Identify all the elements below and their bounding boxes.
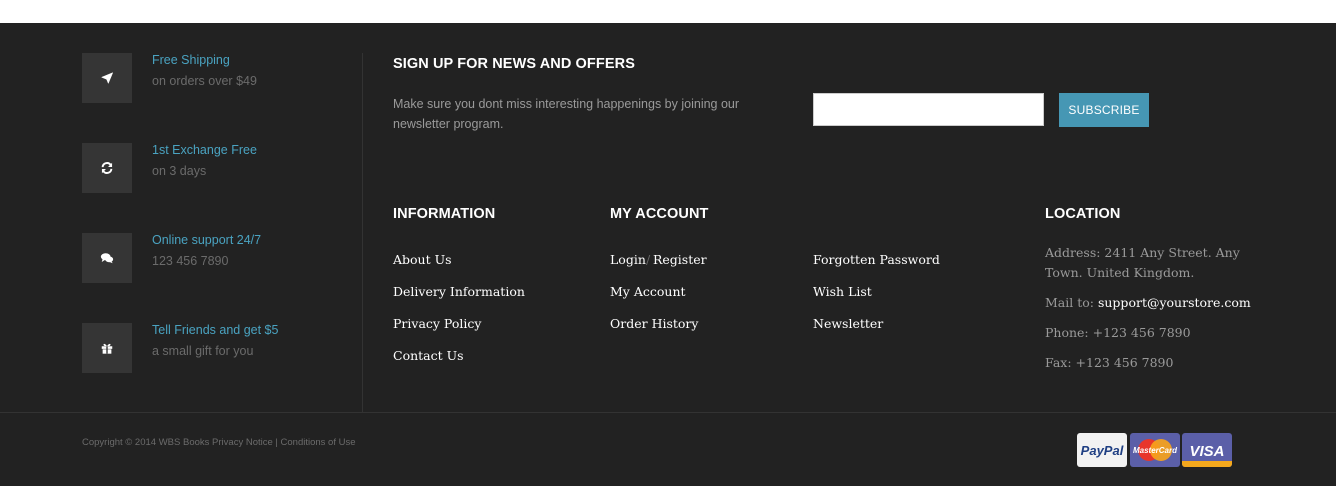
column-divider [362, 53, 363, 413]
link-wish-list[interactable]: Wish List [813, 284, 872, 299]
site-footer: Free Shipping on orders over $49 1st Exc… [0, 23, 1336, 486]
login-register-separator: / [646, 252, 651, 267]
comments-icon [82, 233, 132, 283]
feature-exchange: 1st Exchange Free on 3 days [82, 143, 342, 193]
feature-subtitle: a small gift for you [152, 344, 254, 358]
subscribe-button[interactable]: SUBSCRIBE [1059, 93, 1149, 127]
newsletter-email-input[interactable] [813, 93, 1044, 126]
address-line-2: Town. United Kingdom. [1045, 265, 1195, 280]
visa-icon: VISA [1182, 433, 1232, 467]
feature-title[interactable]: 1st Exchange Free [152, 143, 257, 157]
feature-free-shipping: Free Shipping on orders over $49 [82, 53, 342, 103]
fax: Fax: +123 456 7890 [1045, 355, 1174, 370]
feature-support: Online support 24/7 123 456 7890 [82, 233, 342, 283]
mail-row: Mail to: support@yourstore.com [1045, 293, 1251, 313]
footer-bottom-divider [0, 412, 1336, 413]
newsletter-text: Make sure you dont miss interesting happ… [393, 97, 740, 131]
feature-subtitle: on orders over $49 [152, 74, 257, 88]
location-heading: LOCATION [1045, 206, 1121, 222]
link-contact-us[interactable]: Contact Us [393, 348, 464, 363]
link-order-history[interactable]: Order History [610, 316, 698, 331]
feature-title[interactable]: Online support 24/7 [152, 233, 261, 247]
paypal-label: PayPal [1080, 442, 1124, 458]
plane-icon [82, 53, 132, 103]
copyright-separator: | [275, 437, 278, 448]
mastercard-label: MasterCard [1132, 445, 1177, 455]
mail-label: Mail to: [1045, 295, 1094, 310]
mail-link[interactable]: support@yourstore.com [1098, 295, 1251, 310]
feature-subtitle: on 3 days [152, 164, 207, 178]
link-delivery-information[interactable]: Delivery Information [393, 284, 525, 299]
link-about-us[interactable]: About Us [393, 252, 452, 267]
refresh-icon [82, 143, 132, 193]
feature-title[interactable]: Free Shipping [152, 53, 230, 67]
mastercard-icon: MasterCard [1130, 433, 1180, 467]
paypal-icon: PayPal [1077, 433, 1127, 467]
link-forgotten-password[interactable]: Forgotten Password [813, 252, 940, 267]
feature-subtitle: 123 456 7890 [152, 254, 229, 268]
link-privacy-policy[interactable]: Privacy Policy [393, 316, 481, 331]
information-heading: INFORMATION [393, 206, 496, 222]
feature-title[interactable]: Tell Friends and get $5 [152, 323, 278, 337]
privacy-notice-link[interactable]: Privacy Notice [212, 437, 273, 448]
phone: Phone: +123 456 7890 [1045, 325, 1191, 340]
link-login[interactable]: Login [610, 252, 646, 267]
feature-gift: Tell Friends and get $5 a small gift for… [82, 323, 342, 373]
link-register[interactable]: Register [653, 252, 707, 267]
copyright-text: Copyright © 2014 WBS Books [82, 437, 210, 448]
address-line-1: Address: 2411 Any Street. Any [1045, 245, 1240, 260]
copyright: Copyright © 2014 WBS Books Privacy Notic… [82, 437, 356, 448]
visa-label: VISA [1189, 442, 1225, 460]
gift-icon [82, 323, 132, 373]
link-newsletter[interactable]: Newsletter [813, 316, 883, 331]
newsletter-heading: SIGN UP FOR NEWS AND OFFERS [393, 56, 635, 72]
link-my-account[interactable]: My Account [610, 284, 686, 299]
my-account-heading: MY ACCOUNT [610, 206, 709, 222]
conditions-link[interactable]: Conditions of Use [281, 437, 356, 448]
